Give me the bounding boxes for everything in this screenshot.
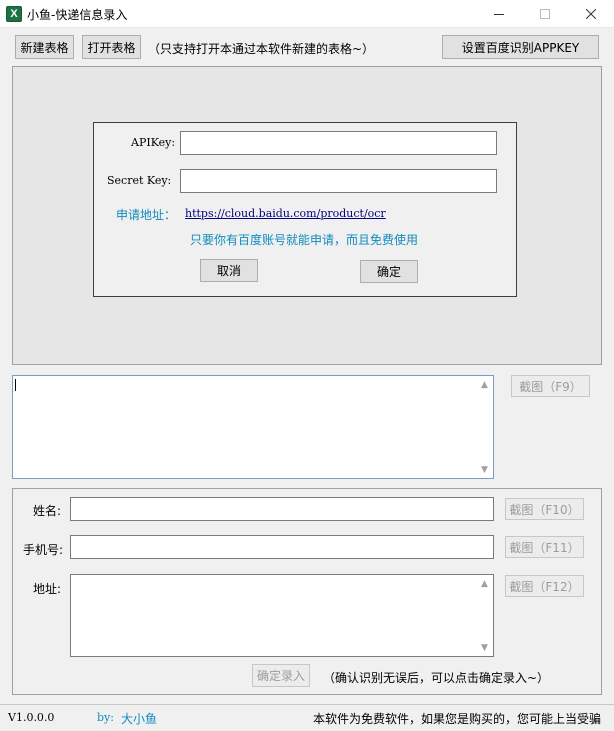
screenshot-f12-button[interactable]: 截图（F12） <box>505 575 584 597</box>
set-appkey-button[interactable]: 设置百度识别APPKEY <box>442 35 599 59</box>
version-text: V1.0.0.0 <box>8 711 55 724</box>
phone-input[interactable] <box>70 535 494 559</box>
window-title: 小鱼-快递信息录入 <box>27 8 128 22</box>
address-label: 地址: <box>33 582 62 596</box>
scroll-up-icon[interactable]: ▲ <box>476 575 493 592</box>
ok-button[interactable]: 确定 <box>360 260 418 283</box>
secret-key-field[interactable] <box>180 169 497 193</box>
apply-address-label: 申请地址： <box>116 208 177 222</box>
close-icon <box>586 9 596 19</box>
name-label: 姓名: <box>33 504 62 518</box>
secret-key-label: Secret Key: <box>107 174 172 187</box>
screenshot-f11-button[interactable]: 截图（F11） <box>505 536 584 558</box>
close-button[interactable] <box>568 0 614 28</box>
apikey-label: APIKey: <box>131 136 176 149</box>
confirm-record-button[interactable]: 确定录入 <box>252 664 310 687</box>
maximize-button[interactable] <box>522 0 568 28</box>
address-scrollbar[interactable]: ▲ ▼ <box>476 575 493 656</box>
scroll-down-icon[interactable]: ▼ <box>476 461 493 478</box>
author-prefix: by: <box>97 711 114 724</box>
confirm-hint: （确认识别无误后，可以点击确定录入~） <box>323 671 550 685</box>
scroll-up-icon[interactable]: ▲ <box>476 376 493 393</box>
fraud-notice: 本软件为免费软件，如果您是购买的，您可能上当受骗 <box>313 712 602 726</box>
open-table-button[interactable]: 打开表格 <box>82 35 141 59</box>
minimize-icon <box>494 14 504 15</box>
ocr-scrollbar[interactable]: ▲ ▼ <box>476 376 493 478</box>
screenshot-f9-button[interactable]: 截图（F9） <box>511 375 590 397</box>
phone-label: 手机号: <box>23 543 64 557</box>
maximize-icon <box>540 9 550 19</box>
minimize-button[interactable] <box>476 0 522 28</box>
new-table-button[interactable]: 新建表格 <box>15 35 74 59</box>
scroll-down-icon[interactable]: ▼ <box>476 639 493 656</box>
address-textarea[interactable]: ▲ ▼ <box>70 574 494 657</box>
excel-app-icon: X <box>6 6 22 22</box>
free-apply-note: 只要你有百度账号就能申请，而且免费使用 <box>190 233 419 247</box>
title-bar: X 小鱼-快递信息录入 <box>0 0 614 28</box>
text-cursor <box>15 379 16 391</box>
apikey-field[interactable] <box>180 131 497 155</box>
ocr-text-area[interactable]: ▲ ▼ <box>12 375 494 479</box>
author-name: 大小鱼 <box>121 712 158 726</box>
screenshot-f10-button[interactable]: 截图（F10） <box>505 498 584 520</box>
name-input[interactable] <box>70 497 494 521</box>
apply-url-link[interactable]: https://cloud.baidu.com/product/ocr <box>185 207 386 220</box>
cancel-button[interactable]: 取消 <box>200 259 258 282</box>
open-table-hint: （只支持打开本通过本软件新建的表格~） <box>148 42 375 56</box>
